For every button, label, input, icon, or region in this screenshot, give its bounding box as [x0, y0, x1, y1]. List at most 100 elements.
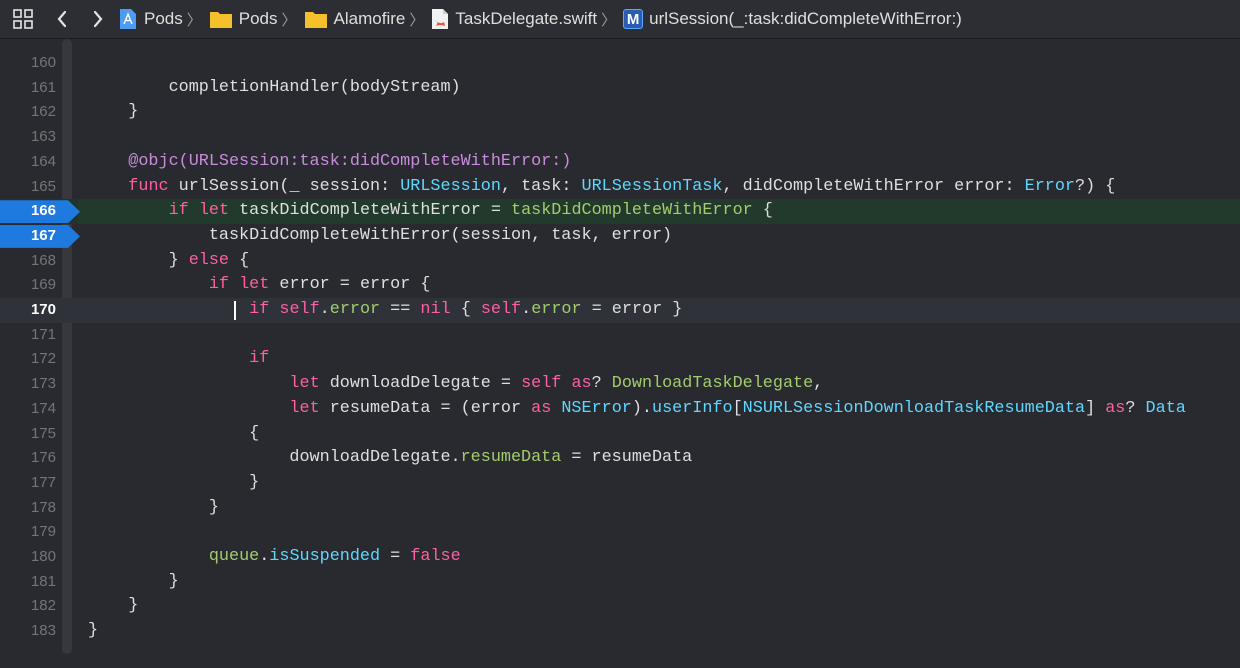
code-line[interactable]: 178 }: [0, 496, 1240, 521]
code-token: self: [480, 300, 522, 319]
code-token: completionHandler(bodyStream): [88, 77, 461, 97]
code-line[interactable]: 179: [0, 520, 1240, 545]
code-token: taskDidCompleteWithError =: [229, 201, 512, 221]
code-token: NSError: [561, 398, 632, 418]
line-number[interactable]: 183: [0, 619, 56, 644]
code-token: }: [88, 250, 189, 270]
line-number[interactable]: 178: [0, 496, 56, 521]
code-line[interactable]: 172 if: [0, 347, 1240, 372]
line-number[interactable]: 174: [0, 397, 56, 422]
line-number[interactable]: 172: [0, 347, 56, 372]
code-line[interactable]: 176 downloadDelegate.resumeData = resume…: [0, 446, 1240, 471]
code-token: error: [531, 300, 582, 319]
code-token: urlSession(_ session:: [168, 176, 401, 196]
code-token: {: [88, 423, 260, 443]
line-number[interactable]: 160: [0, 51, 56, 76]
line-number[interactable]: 167: [0, 224, 56, 249]
code-token: URLSession: [400, 176, 501, 196]
code-line[interactable]: 160: [0, 51, 1240, 76]
code-line[interactable]: 164 @objc(URLSession:task:didCompleteWit…: [0, 150, 1240, 175]
line-number[interactable]: 169: [0, 273, 56, 298]
line-number[interactable]: 161: [0, 76, 56, 101]
code-line[interactable]: 165 func urlSession(_ session: URLSessio…: [0, 175, 1240, 200]
code-token: userInfo: [652, 398, 733, 418]
code-line[interactable]: 175 {: [0, 422, 1240, 447]
code-line[interactable]: 177 }: [0, 471, 1240, 496]
line-number[interactable]: 171: [0, 323, 56, 348]
code-text: let resumeData = (error as NSError).user…: [88, 397, 1185, 422]
code-text: }: [88, 496, 219, 521]
code-token: taskDidCompleteWithError(session, task, …: [88, 225, 673, 245]
code-text: }: [88, 570, 179, 595]
code-token: self: [521, 374, 562, 394]
code-token: ?) {: [1075, 176, 1116, 196]
code-text: let downloadDelegate = self as? Download…: [88, 372, 823, 397]
code-line[interactable]: 162 }: [0, 100, 1240, 125]
code-line[interactable]: [0, 644, 1240, 668]
code-token: false: [410, 547, 461, 566]
line-number[interactable]: 180: [0, 545, 56, 570]
code-token: as: [1105, 398, 1126, 418]
code-line[interactable]: [0, 26, 1240, 51]
code-token: .: [319, 300, 330, 319]
code-line[interactable]: 161 completionHandler(bodyStream): [0, 76, 1240, 101]
line-number[interactable]: 170: [0, 298, 56, 323]
line-number[interactable]: 168: [0, 249, 56, 274]
line-number[interactable]: 166: [0, 199, 56, 224]
source-editor[interactable]: 160 161 completionHandler(bodyStream) 162 …: [0, 39, 1240, 654]
code-token: ?: [591, 374, 612, 394]
code-token: if: [249, 300, 270, 319]
code-token: downloadDelegate =: [319, 374, 522, 394]
code-token: }: [88, 102, 139, 122]
code-line[interactable]: 183}: [0, 619, 1240, 644]
line-number[interactable]: 176: [0, 446, 56, 471]
code-token: , task:: [500, 176, 582, 196]
code-line[interactable]: 181 }: [0, 570, 1240, 595]
code-line[interactable]: 163: [0, 125, 1240, 150]
code-line[interactable]: 170 if self.error == nil { self.error = …: [0, 298, 1240, 323]
code-token: let: [198, 201, 230, 221]
code-token: }: [88, 571, 179, 591]
text-cursor: [234, 301, 236, 320]
line-number[interactable]: 175: [0, 422, 56, 447]
line-number[interactable]: 179: [0, 520, 56, 545]
code-text: downloadDelegate.resumeData = resumeData: [88, 446, 692, 471]
code-text: }: [88, 100, 138, 125]
line-number[interactable]: 181: [0, 570, 56, 595]
code-token: let: [239, 275, 270, 295]
line-number[interactable]: 165: [0, 175, 56, 200]
line-number[interactable]: 162: [0, 100, 56, 125]
code-line[interactable]: 166 if let taskDidCompleteWithError = ta…: [0, 199, 1240, 224]
code-line[interactable]: 169 if let error = error {: [0, 273, 1240, 298]
code-token: isSuspended: [269, 547, 381, 566]
line-number[interactable]: 182: [0, 594, 56, 619]
code-token: ]: [1085, 398, 1106, 418]
code-line[interactable]: 171: [0, 323, 1240, 348]
code-line[interactable]: 180 queue.isSuspended = false: [0, 545, 1240, 570]
code-line[interactable]: 167 taskDidCompleteWithError(session, ta…: [0, 224, 1240, 249]
line-number[interactable]: 164: [0, 150, 56, 175]
chevron-left-icon: [56, 10, 68, 28]
code-text: func urlSession(_ session: URLSession, t…: [88, 175, 1115, 200]
code-line[interactable]: 174 let resumeData = (error as NSError).…: [0, 397, 1240, 422]
code-line[interactable]: 182 }: [0, 594, 1240, 619]
code-token: .: [521, 300, 532, 319]
line-number[interactable]: 177: [0, 471, 56, 496]
line-number[interactable]: 173: [0, 372, 56, 397]
code-token: , didCompleteWithError error:: [722, 176, 1025, 196]
code-text: }: [88, 471, 259, 496]
chevron-right-icon: [92, 10, 104, 28]
code-token: Error: [1024, 176, 1075, 196]
code-token: queue: [208, 547, 260, 566]
code-token: if: [208, 275, 230, 295]
code-token: else: [188, 250, 230, 270]
code-line[interactable]: 173 let downloadDelegate = self as? Down…: [0, 372, 1240, 397]
code-line[interactable]: 168 } else {: [0, 249, 1240, 274]
line-number[interactable]: 163: [0, 125, 56, 150]
